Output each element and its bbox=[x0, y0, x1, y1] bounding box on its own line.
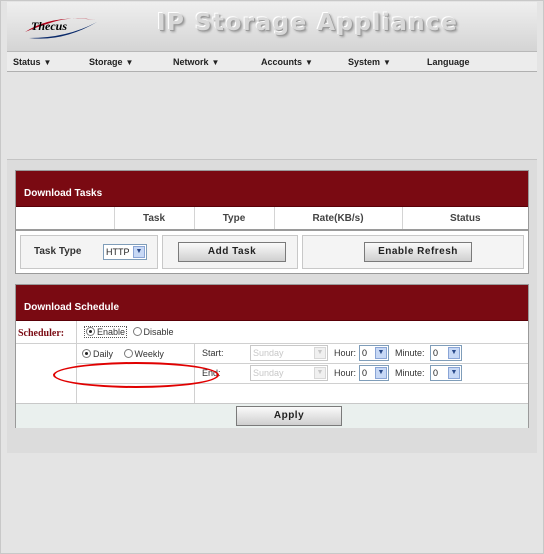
nav-network[interactable]: Network ▼ bbox=[173, 57, 219, 67]
content-spacer bbox=[7, 73, 537, 159]
thecus-logo: Thecus bbox=[23, 12, 101, 42]
chevron-down-icon: ▼ bbox=[133, 246, 145, 258]
nav-storage-label: Storage bbox=[89, 57, 123, 67]
radio-disable[interactable] bbox=[132, 327, 142, 336]
start-label: Start: bbox=[202, 348, 224, 358]
nav-storage[interactable]: Storage ▼ bbox=[89, 57, 133, 67]
caret-down-icon: ▼ bbox=[43, 58, 52, 67]
scheduler-options: Enable Disable bbox=[84, 326, 174, 338]
download-tasks-title: Download Tasks bbox=[16, 171, 528, 207]
chevron-down-icon: ▼ bbox=[375, 347, 387, 359]
logo-text: Thecus bbox=[31, 19, 67, 33]
scheduler-label: Scheduler: bbox=[18, 328, 65, 339]
download-schedule-panel: Download Schedule Scheduler: Enable Disa… bbox=[15, 284, 529, 428]
end-day-value: Sunday bbox=[253, 368, 284, 378]
end-minute-label: Minute: bbox=[395, 368, 425, 378]
nav-status[interactable]: Status ▼ bbox=[13, 57, 51, 67]
end-hour-label: Hour: bbox=[334, 368, 357, 378]
nav-accounts[interactable]: Accounts ▼ bbox=[261, 57, 313, 67]
col-rate[interactable]: Rate(KB/s) bbox=[273, 207, 402, 229]
start-minute-label: Minute: bbox=[395, 348, 425, 358]
start-day-value: Sunday bbox=[253, 348, 284, 358]
start-hour-value: 0 bbox=[362, 348, 368, 358]
task-type-select[interactable]: HTTP ▼ bbox=[103, 244, 147, 260]
col-type[interactable]: Type bbox=[193, 207, 274, 229]
tasks-table-header: Task Type Rate(KB/s) Status bbox=[16, 207, 528, 229]
enable-refresh-button[interactable]: Enable Refresh bbox=[364, 242, 472, 262]
caret-down-icon: ▼ bbox=[305, 58, 313, 67]
chevron-down-icon: ▼ bbox=[448, 347, 460, 359]
nav-network-label: Network bbox=[173, 57, 209, 67]
end-hour-select[interactable]: 0 ▼ bbox=[359, 365, 389, 381]
radio-enable[interactable] bbox=[86, 327, 95, 336]
divider bbox=[16, 343, 528, 344]
chevron-down-icon: ▼ bbox=[448, 367, 460, 379]
start-hour-select[interactable]: 0 ▼ bbox=[359, 345, 389, 361]
start-day-select[interactable]: Sunday ▼ bbox=[250, 345, 328, 361]
caret-down-icon: ▼ bbox=[211, 58, 220, 67]
download-schedule-title: Download Schedule bbox=[16, 285, 528, 321]
end-minute-select[interactable]: 0 ▼ bbox=[430, 365, 462, 381]
radio-weekly[interactable] bbox=[123, 349, 133, 358]
nav-status-label: Status bbox=[13, 57, 41, 67]
scheduler-enable-option[interactable]: Enable bbox=[84, 326, 128, 338]
apply-button[interactable]: Apply bbox=[236, 406, 342, 426]
apply-row: Apply bbox=[16, 403, 528, 428]
disable-label: Disable bbox=[143, 327, 174, 337]
task-toolbar: Task Type HTTP ▼ Add Task Enable Refresh bbox=[15, 230, 529, 274]
download-tasks-panel: Download Tasks Task Type Rate(KB/s) Stat… bbox=[15, 170, 529, 230]
nav-system-label: System bbox=[348, 57, 381, 67]
frequency-weekly-option[interactable]: Weekly bbox=[123, 349, 164, 359]
weekly-label: Weekly bbox=[134, 349, 164, 359]
main-nav: Status ▼ Storage ▼ Network ▼ Accounts ▼ Syst… bbox=[7, 52, 537, 72]
end-minute-value: 0 bbox=[433, 368, 439, 378]
main-content: Download Tasks Task Type Rate(KB/s) Stat… bbox=[7, 159, 537, 453]
task-type-value: HTTP bbox=[106, 247, 130, 257]
task-type-label: Task Type bbox=[34, 246, 82, 257]
start-minute-select[interactable]: 0 ▼ bbox=[430, 345, 462, 361]
col-status[interactable]: Status bbox=[401, 207, 528, 229]
caret-down-icon: ▼ bbox=[125, 58, 134, 67]
task-type-cell: Task Type HTTP ▼ bbox=[20, 235, 158, 269]
chevron-down-icon: ▼ bbox=[375, 367, 387, 379]
enable-refresh-cell: Enable Refresh bbox=[302, 235, 524, 269]
daily-label: Daily bbox=[93, 349, 114, 359]
nav-language-label: Language bbox=[427, 57, 470, 67]
scheduler-disable-option[interactable]: Disable bbox=[132, 327, 174, 337]
enable-label: Enable bbox=[97, 327, 126, 337]
chevron-down-icon: ▼ bbox=[314, 367, 326, 379]
tasks-table: Task Type Rate(KB/s) Status bbox=[16, 207, 528, 229]
app-title: IP Storage Appliance bbox=[157, 10, 459, 36]
start-minute-value: 0 bbox=[433, 348, 439, 358]
col-task[interactable]: Task bbox=[113, 207, 194, 229]
frequency-options: Daily Weekly bbox=[82, 349, 164, 359]
add-task-cell: Add Task bbox=[162, 235, 298, 269]
radio-daily[interactable] bbox=[82, 349, 91, 358]
start-hour-label: Hour: bbox=[334, 348, 357, 358]
nav-system[interactable]: System ▼ bbox=[348, 57, 391, 67]
nav-accounts-label: Accounts bbox=[261, 57, 303, 67]
annotation-highlight-ellipse bbox=[53, 362, 219, 388]
add-task-button[interactable]: Add Task bbox=[178, 242, 286, 262]
end-hour-value: 0 bbox=[362, 368, 368, 378]
nav-language[interactable]: Language bbox=[427, 57, 470, 67]
app-header: Thecus IP Storage Appliance bbox=[7, 2, 537, 52]
end-day-select[interactable]: Sunday ▼ bbox=[250, 365, 328, 381]
divider bbox=[76, 321, 77, 403]
caret-down-icon: ▼ bbox=[383, 58, 391, 67]
frequency-daily-option[interactable]: Daily bbox=[82, 349, 113, 359]
chevron-down-icon: ▼ bbox=[314, 347, 326, 359]
col-select bbox=[16, 207, 114, 229]
